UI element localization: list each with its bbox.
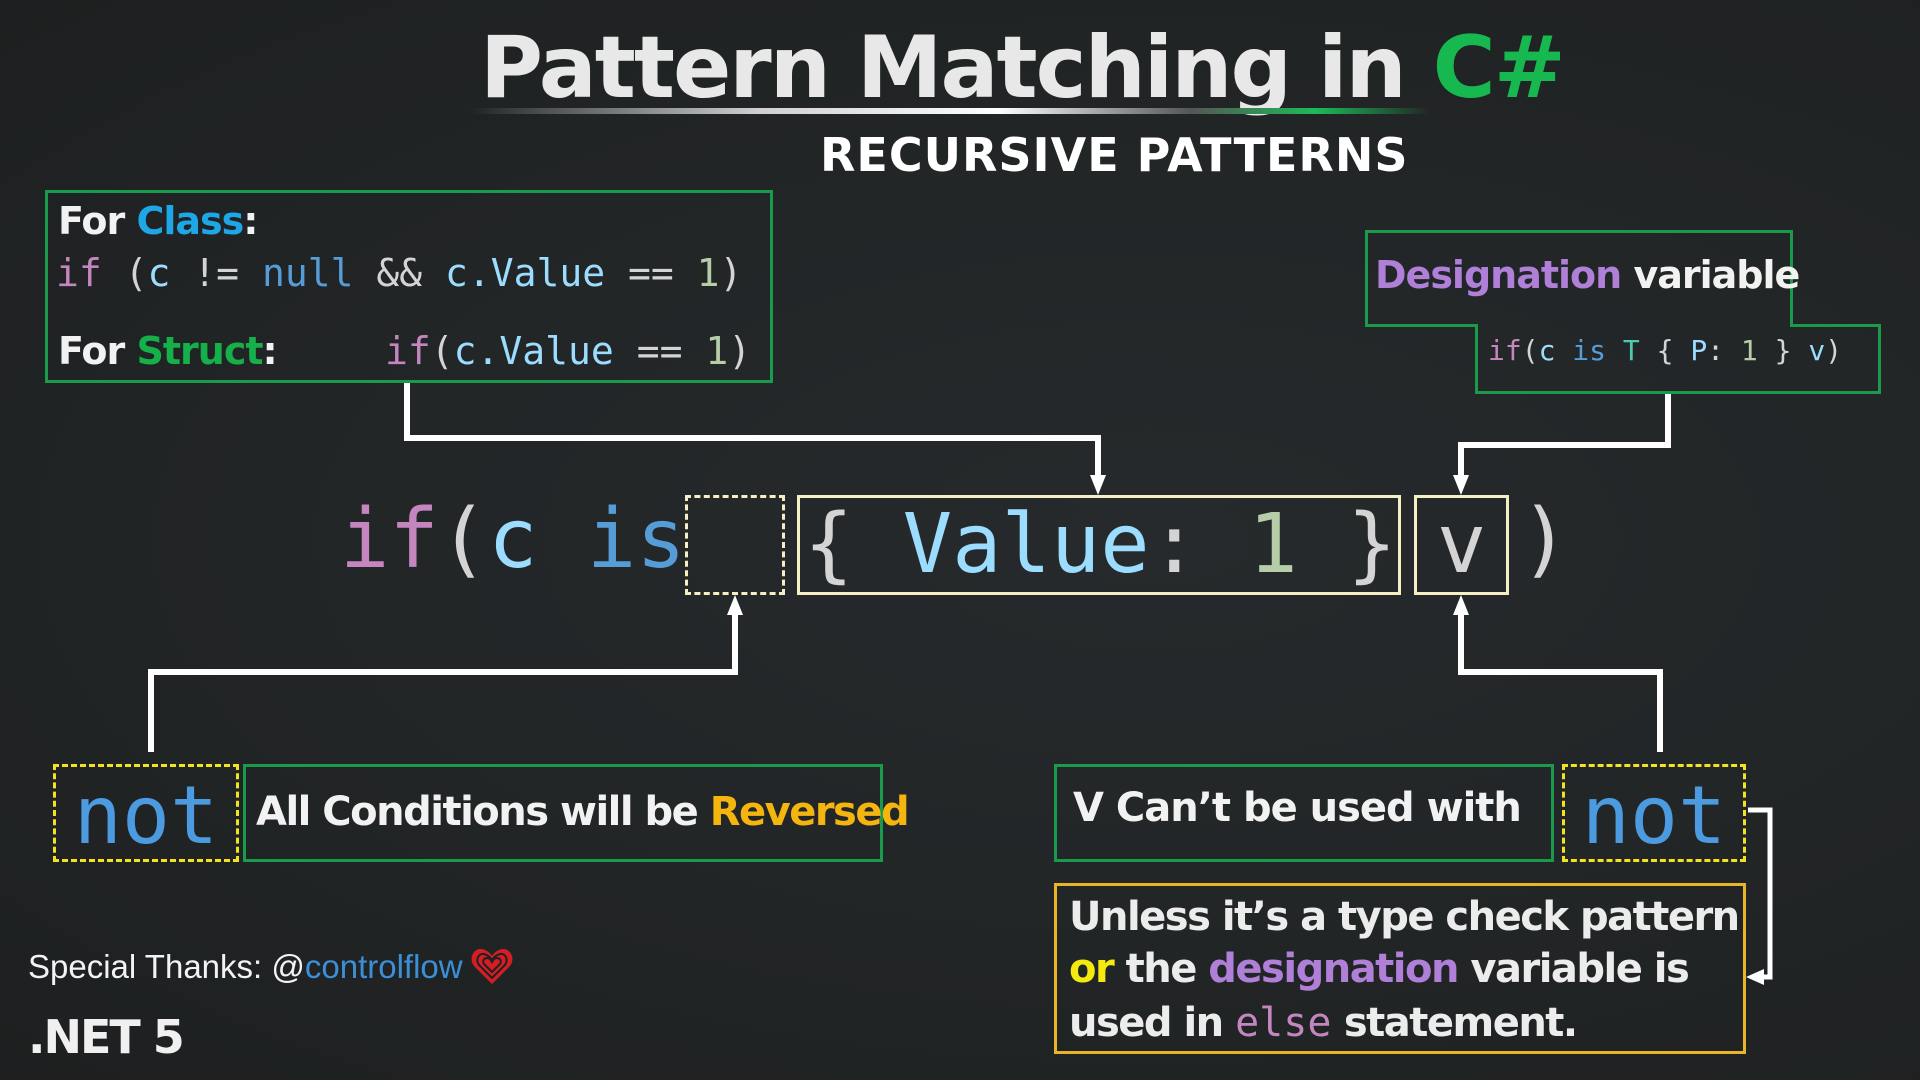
code-token: P <box>1690 334 1708 367</box>
class-word: Class <box>136 199 245 243</box>
connector-not-to-unless <box>1748 807 1773 980</box>
code-token: == <box>605 251 697 295</box>
brace-open: { <box>804 497 854 592</box>
unless-explanation-box: Unless it’s a type check pattern or the … <box>1054 883 1746 1054</box>
code-token: ) <box>1825 334 1843 367</box>
code-token: if <box>1488 334 1522 367</box>
code-token: 1 <box>696 251 720 295</box>
code-token: ( <box>1521 334 1539 367</box>
thanks-handle-link[interactable]: controlflow <box>305 948 463 985</box>
else-keyword: else <box>1235 1000 1332 1046</box>
or-word: or <box>1069 946 1115 992</box>
designation-code: if(c is T { P: 1 } v) <box>1488 334 1842 367</box>
is-keyword: is <box>537 492 686 587</box>
colon: : <box>262 329 278 373</box>
class-code-line: if (c != null && c.Value == 1) <box>56 251 742 295</box>
property-value: 1 <box>1198 497 1298 592</box>
brace-close: } <box>1297 497 1397 592</box>
arrowhead-v <box>1453 475 1469 495</box>
code-token: c.Value <box>444 251 606 295</box>
code-token: T <box>1622 334 1640 367</box>
designation-box-step <box>1365 324 1478 327</box>
colon: : <box>1149 497 1199 592</box>
v-cant-be-used-text: V Can’t be used with <box>1073 785 1522 831</box>
connector-not-to-pattern <box>148 612 738 752</box>
connector-not-to-v <box>1458 612 1663 752</box>
code-token: null <box>261 251 354 295</box>
code-token: ( <box>430 329 454 373</box>
code-token: c.Value <box>453 329 614 373</box>
code-token: } <box>1757 334 1809 367</box>
unless-line-1: Unless it’s a type check pattern <box>1069 894 1740 940</box>
conditions-reversed-box: All Conditions will be Reversed <box>243 764 910 862</box>
not-keyword-box-right: not <box>1562 764 1746 862</box>
colon: : <box>243 199 258 243</box>
used-in-text: used in <box>1069 1000 1236 1046</box>
property-pattern-box: { Value: 1 } <box>797 495 1401 595</box>
code-token: == <box>613 329 706 373</box>
conditions-text: All Conditions will be <box>256 789 710 835</box>
v-cant-be-used-box: V Can’t be used with <box>1054 764 1554 862</box>
arrowhead-unless <box>1746 969 1764 985</box>
arrowhead-v-bottom <box>1453 595 1469 615</box>
designation-box-step <box>1790 324 1881 327</box>
class-struct-box: For Class: if (c != null && c.Value == 1… <box>45 190 773 383</box>
code-token: : <box>1707 334 1741 367</box>
code-token: 1 <box>1740 334 1758 367</box>
designation-word: Designation <box>1375 253 1622 297</box>
code-token: if <box>56 251 102 295</box>
not-keyword: not <box>73 769 219 862</box>
variable-word: variable <box>1621 253 1800 297</box>
conditions-reversed-text: All Conditions will be Reversed <box>256 789 910 835</box>
for-class-label: For Class: <box>58 199 259 243</box>
code-token: c <box>147 251 171 295</box>
unless-line-3: used in else statement. <box>1069 1000 1578 1046</box>
property-name: Value <box>853 497 1150 592</box>
arrowhead-pattern <box>727 595 743 615</box>
the-word: the <box>1113 946 1209 992</box>
designation-box-top: Designation variable <box>1365 230 1800 327</box>
unless-line-2: or the designation variable is <box>1069 946 1690 992</box>
code-token: != <box>170 251 262 295</box>
subject-variable: c <box>488 492 538 587</box>
designation-variable: v <box>1436 497 1487 592</box>
designation-word: designation <box>1208 946 1459 992</box>
special-thanks: Special Thanks: @controlflow <box>28 948 463 986</box>
main-expression: if(c is <box>340 492 686 587</box>
code-token: 1 <box>705 329 729 373</box>
code-token: && <box>353 251 445 295</box>
code-token: ) <box>728 329 752 373</box>
heart-icon <box>471 948 513 984</box>
arrowhead-value <box>1090 475 1106 495</box>
designation-box-bottom: if(c is T { P: 1 } v) <box>1475 324 1881 394</box>
close-paren: ) <box>1520 492 1570 587</box>
not-keyword-box-left: not <box>53 764 239 862</box>
open-paren: ( <box>438 492 489 587</box>
code-token: v <box>1808 334 1826 367</box>
code-token: ( <box>101 251 148 295</box>
thanks-label: Special Thanks: @ <box>28 948 305 985</box>
connector-designation-to-v <box>1458 394 1671 478</box>
connector-class-to-value <box>404 383 1101 478</box>
reversed-word: Reversed <box>709 789 910 835</box>
code-token: is <box>1555 334 1623 367</box>
statement-text: statement. <box>1331 1000 1578 1046</box>
code-token: c <box>1538 334 1556 367</box>
designation-label: Designation variable <box>1375 253 1800 297</box>
code-token: { <box>1639 334 1691 367</box>
for-text: For <box>58 329 137 373</box>
code-token: if <box>385 329 431 373</box>
pattern-placeholder-box <box>685 495 785 595</box>
dotnet-version: .NET 5 <box>28 1010 185 1064</box>
not-keyword: not <box>1581 769 1727 862</box>
for-struct-label: For Struct: <box>58 329 278 373</box>
designation-variable-box: v <box>1414 495 1509 595</box>
struct-word: Struct <box>136 329 264 373</box>
variable-is-text: variable is <box>1457 946 1689 992</box>
code-token: ) <box>719 251 743 295</box>
struct-code-line: if(c.Value == 1) <box>385 329 751 373</box>
if-keyword: if <box>340 492 439 587</box>
for-text: For <box>58 199 137 243</box>
